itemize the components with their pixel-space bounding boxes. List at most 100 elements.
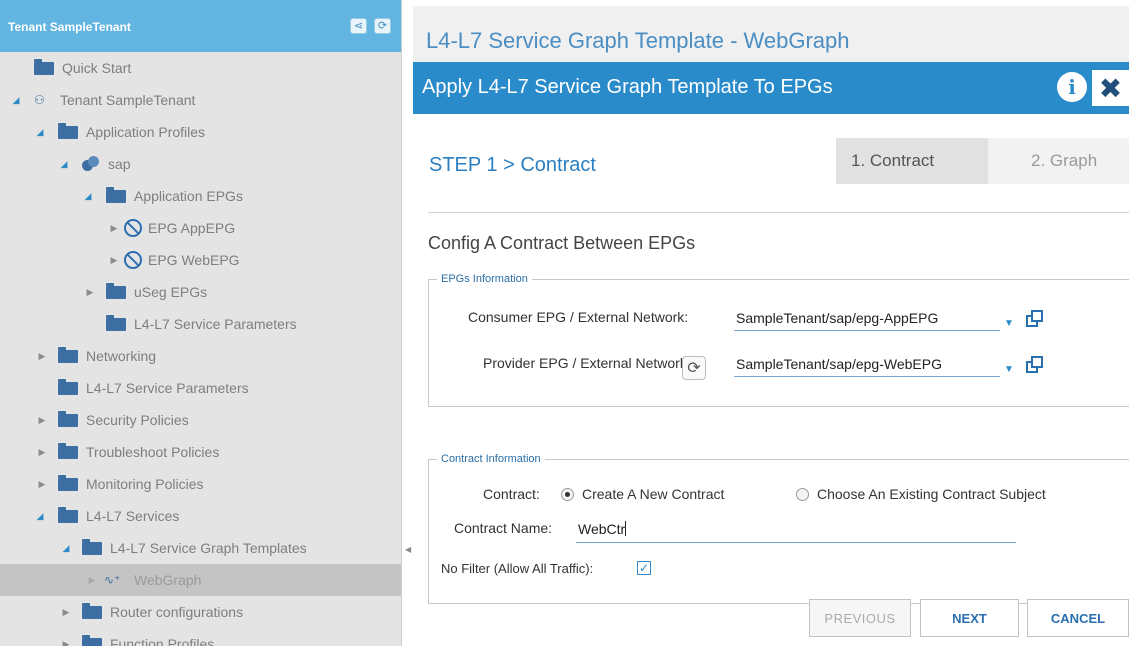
contract-name-value: WebCtr xyxy=(578,521,626,537)
radio-existing-contract-subject[interactable] xyxy=(796,488,809,501)
tree-item-epg-app[interactable]: ▶ EPG AppEPG xyxy=(0,212,401,244)
chevron-down-icon[interactable]: ▼ xyxy=(1004,318,1014,329)
collapsed-triangle-icon[interactable]: ▶ xyxy=(60,607,72,618)
tree-item-webgraph[interactable]: ▶ ∿⁺ WebGraph xyxy=(0,564,401,596)
refresh-icon[interactable]: ⟳ xyxy=(682,356,706,380)
expanded-triangle-icon[interactable]: ◢ xyxy=(34,511,46,522)
tree-item-networking[interactable]: ▶ Networking xyxy=(0,340,401,372)
folder-icon xyxy=(106,186,126,203)
tree-item-router-configurations[interactable]: ▶ Router configurations xyxy=(0,596,401,628)
radio-create-new-contract-label[interactable]: Create A New Contract xyxy=(582,486,724,502)
tree-item-sap[interactable]: ◢ sap xyxy=(0,148,401,180)
tree-item-l4l7-service-parameters-sap[interactable]: L4-L7 Service Parameters xyxy=(0,308,401,340)
application-profile-icon xyxy=(82,156,100,172)
wizard-step-contract[interactable]: 1. Contract xyxy=(836,138,1006,184)
folder-icon xyxy=(58,346,78,363)
tree-item-label: EPG AppEPG xyxy=(148,220,236,236)
tree-item-useg-epgs[interactable]: ▶ uSeg EPGs xyxy=(0,276,401,308)
collapsed-triangle-icon[interactable]: ▶ xyxy=(108,255,120,266)
folder-icon xyxy=(58,410,78,427)
collapsed-triangle-icon[interactable]: ▶ xyxy=(60,639,72,646)
tree-item-tenant[interactable]: ◢ ⚇ Tenant SampleTenant xyxy=(0,84,401,116)
tree-item-l4l7-services[interactable]: ◢ L4-L7 Services xyxy=(0,500,401,532)
tree-item-label: Application Profiles xyxy=(86,124,206,140)
tree-item-application-epgs[interactable]: ◢ Application EPGs xyxy=(0,180,401,212)
contract-name-label: Contract Name: xyxy=(454,520,553,536)
consumer-epg-label: Consumer EPG / External Network: xyxy=(468,309,689,325)
folder-icon xyxy=(34,58,54,75)
tree-item-l4l7-service-graph-templates[interactable]: ◢ L4-L7 Service Graph Templates xyxy=(0,532,401,564)
expanded-triangle-icon[interactable]: ◢ xyxy=(82,191,94,202)
collapsed-triangle-icon[interactable]: ▶ xyxy=(36,351,48,362)
tree-item-application-profiles[interactable]: ◢ Application Profiles xyxy=(0,116,401,148)
tree-item-troubleshoot-policies[interactable]: ▶ Troubleshoot Policies xyxy=(0,436,401,468)
tree-header: Tenant SampleTenant ⋖ ⟳ xyxy=(0,0,401,52)
collapsed-triangle-icon[interactable]: ▶ xyxy=(108,223,120,234)
info-icon[interactable]: i xyxy=(1057,72,1087,102)
tree-item-label: L4-L7 Service Graph Templates xyxy=(110,540,307,556)
expanded-triangle-icon[interactable]: ◢ xyxy=(10,95,22,106)
next-button[interactable]: NEXT xyxy=(920,599,1019,637)
wizard-step-graph[interactable]: 2. Graph xyxy=(988,138,1129,184)
main-panel: L4-L7 Service Graph Template - WebGraph … xyxy=(413,0,1129,646)
tree-item-label: Security Policies xyxy=(86,412,189,428)
epgs-information-legend: EPGs Information xyxy=(441,273,528,285)
open-external-icon[interactable] xyxy=(1026,310,1044,328)
provider-epg-select[interactable]: SampleTenant/sap/epg-WebEPG xyxy=(734,353,1000,377)
tree-item-epg-web[interactable]: ▶ EPG WebEPG xyxy=(0,244,401,276)
tree-item-quick-start[interactable]: Quick Start xyxy=(0,52,401,84)
folder-icon xyxy=(106,282,126,299)
open-external-icon[interactable] xyxy=(1026,356,1044,374)
previous-button[interactable]: PREVIOUS xyxy=(809,599,911,637)
tree-item-l4l7-service-parameters[interactable]: L4-L7 Service Parameters xyxy=(0,372,401,404)
tenant-icon: ⚇ xyxy=(34,93,45,107)
tree-item-label: Troubleshoot Policies xyxy=(86,444,220,460)
step-label: STEP 1 > Contract xyxy=(429,154,596,176)
expanded-triangle-icon[interactable]: ◢ xyxy=(58,159,70,170)
tree-item-function-profiles[interactable]: ▶ Function Profiles xyxy=(0,628,401,646)
provider-epg-value: SampleTenant/sap/epg-WebEPG xyxy=(736,356,942,372)
provider-epg-label: Provider EPG / External Network: xyxy=(483,355,691,371)
tree-item-label: WebGraph xyxy=(134,572,202,588)
folder-icon xyxy=(58,474,78,491)
expanded-triangle-icon[interactable]: ◢ xyxy=(34,127,46,138)
collapsed-triangle-icon[interactable]: ▶ xyxy=(84,287,96,298)
tree-item-label: Quick Start xyxy=(62,60,132,76)
graph-header: L4-L7 Service Graph Template - WebGraph xyxy=(413,0,1129,62)
collapsed-triangle-icon[interactable]: ▶ xyxy=(36,415,48,426)
no-filter-label: No Filter (Allow All Traffic): xyxy=(441,561,594,576)
tree-item-security-policies[interactable]: ▶ Security Policies xyxy=(0,404,401,436)
text-cursor xyxy=(625,521,627,536)
tree-item-label: Monitoring Policies xyxy=(86,476,204,492)
navigation-tree-panel: Tenant SampleTenant ⋖ ⟳ Quick Start ◢ ⚇ … xyxy=(0,0,402,646)
folder-icon xyxy=(58,506,78,523)
contract-information-legend: Contract Information xyxy=(441,453,541,465)
chevron-down-icon[interactable]: ▼ xyxy=(1004,364,1014,375)
panel-collapse-handle-icon[interactable]: ◀ xyxy=(405,545,411,554)
tree-item-monitoring-policies[interactable]: ▶ Monitoring Policies xyxy=(0,468,401,500)
radio-create-new-contract[interactable] xyxy=(561,488,574,501)
share-icon[interactable]: ⋖ xyxy=(350,18,367,34)
section-title: Config A Contract Between EPGs xyxy=(428,233,696,253)
divider xyxy=(428,212,1129,213)
collapsed-triangle-icon[interactable]: ▶ xyxy=(36,447,48,458)
tree-item-label: L4-L7 Services xyxy=(86,508,180,524)
tree-item-label: Tenant SampleTenant xyxy=(60,92,196,108)
tree-item-label: sap xyxy=(108,156,131,172)
collapsed-triangle-icon[interactable]: ▶ xyxy=(86,575,98,586)
radio-existing-contract-subject-label[interactable]: Choose An Existing Contract Subject xyxy=(817,486,1046,502)
contract-label: Contract: xyxy=(483,486,540,502)
page-title: L4-L7 Service Graph Template - WebGraph xyxy=(426,28,850,53)
epgs-information-group: EPGs Information xyxy=(428,273,1129,407)
close-icon[interactable]: ✖ xyxy=(1092,70,1129,106)
consumer-epg-select[interactable]: SampleTenant/sap/epg-AppEPG xyxy=(734,307,1000,331)
collapsed-triangle-icon[interactable]: ▶ xyxy=(36,479,48,490)
expanded-triangle-icon[interactable]: ◢ xyxy=(60,543,72,554)
cancel-button[interactable]: CANCEL xyxy=(1027,599,1129,637)
tree-item-label: L4-L7 Service Parameters xyxy=(134,316,297,332)
contract-name-input[interactable]: WebCtr xyxy=(576,519,1016,543)
dialog-title-bar: Apply L4-L7 Service Graph Template To EP… xyxy=(413,62,1129,114)
tree-header-title: Tenant SampleTenant xyxy=(8,20,131,34)
no-filter-checkbox[interactable]: ✓ xyxy=(637,561,651,575)
refresh-icon[interactable]: ⟳ xyxy=(374,18,391,34)
